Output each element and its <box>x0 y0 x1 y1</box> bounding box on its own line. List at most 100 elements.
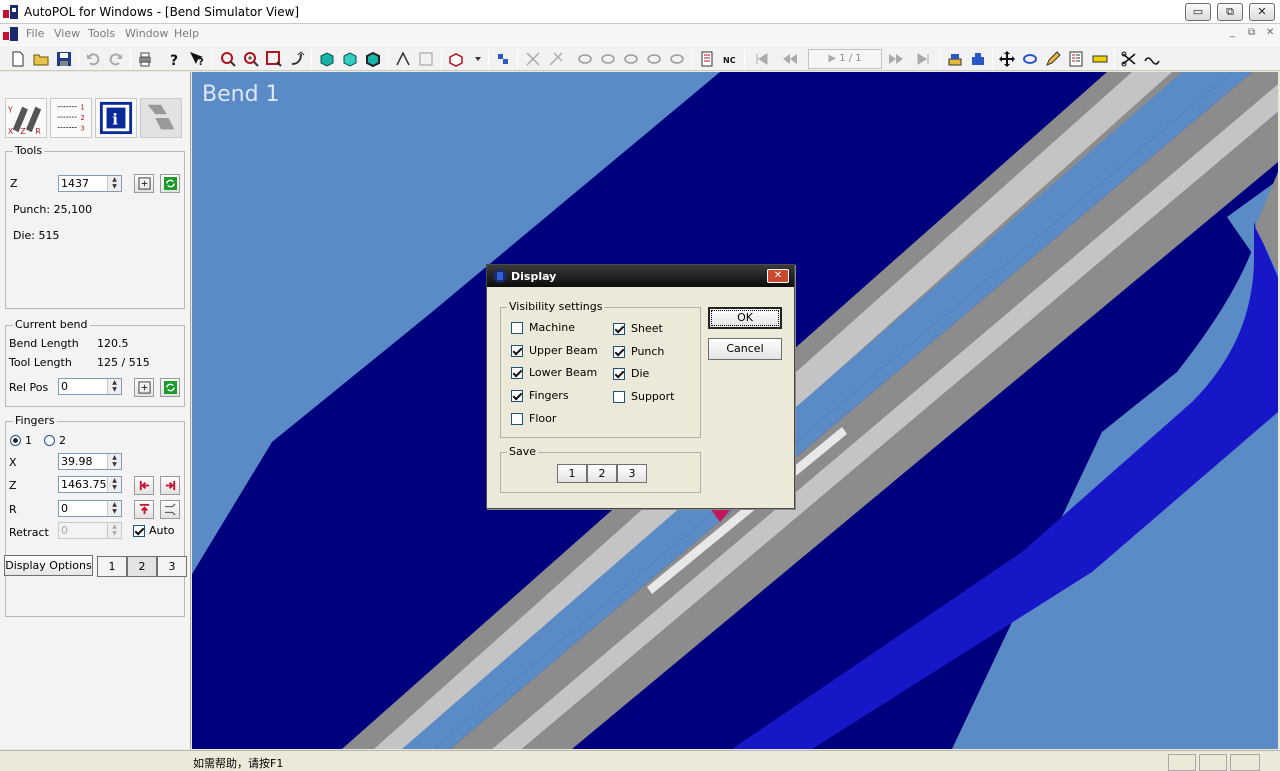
checkbox-machine[interactable]: Machine <box>511 321 575 334</box>
spin-arrows-icon[interactable]: ▲ ▼ <box>107 501 121 516</box>
finger-radio-1[interactable]: 1 <box>10 434 32 447</box>
context-help-icon[interactable]: ? <box>187 49 207 69</box>
rel-pos-pick-button[interactable] <box>134 378 154 397</box>
bend-sequence-tool-icon[interactable]: Y XZ R <box>5 98 47 138</box>
checkbox-sheet[interactable]: Sheet <box>613 322 663 335</box>
finger-move-left-button[interactable] <box>134 476 154 495</box>
bend-seq-5-icon[interactable] <box>667 49 687 69</box>
checkbox-support[interactable]: Support <box>613 390 674 403</box>
mdi-minimize-icon[interactable]: _ <box>1230 27 1235 38</box>
redo-icon[interactable] <box>106 49 126 69</box>
print-icon[interactable] <box>135 49 155 69</box>
cancel-button[interactable]: Cancel <box>708 338 782 360</box>
undo-icon[interactable] <box>83 49 103 69</box>
machine-view-icon[interactable] <box>140 98 182 138</box>
zoom-window-icon[interactable] <box>218 49 238 69</box>
retract-input[interactable]: 0 ▲ ▼ <box>58 522 122 539</box>
scissors-icon[interactable] <box>1119 49 1139 69</box>
finger-z-input[interactable]: 1463.75 ▲ ▼ <box>58 476 122 493</box>
measure-angle-icon[interactable] <box>393 49 413 69</box>
new-file-icon[interactable] <box>8 49 28 69</box>
ruler-icon[interactable] <box>1090 49 1110 69</box>
bend-seq-3-icon[interactable] <box>621 49 641 69</box>
tools-refresh-button[interactable] <box>160 174 180 193</box>
spin-arrows-icon[interactable]: ▲ ▼ <box>107 454 121 469</box>
save-slot-1-button[interactable]: 1 <box>557 464 587 483</box>
menu-view[interactable]: View <box>54 27 80 40</box>
finger-x-input[interactable]: 39.98 ▲ ▼ <box>58 453 122 470</box>
finger-toggle-button[interactable] <box>160 500 180 519</box>
menu-tools[interactable]: Tools <box>88 27 115 40</box>
checkbox-floor[interactable]: Floor <box>511 412 556 425</box>
help-icon[interactable]: ? <box>164 49 184 69</box>
tool-split-icon[interactable] <box>546 49 566 69</box>
auto-checkbox[interactable]: Auto <box>133 524 175 537</box>
display-preset-1[interactable]: 1 <box>97 556 127 577</box>
mdi-restore-icon[interactable]: ⧉ <box>1248 27 1255 38</box>
nc-icon[interactable]: NC <box>720 49 740 69</box>
move-icon[interactable] <box>997 49 1017 69</box>
finger-radio-2[interactable]: 2 <box>44 434 66 447</box>
simulator-icon[interactable] <box>493 49 513 69</box>
close-window-button[interactable]: ✕ <box>1249 3 1275 21</box>
zoom-fit-icon[interactable] <box>264 49 284 69</box>
finger-move-up-button[interactable] <box>134 500 154 519</box>
finger-move-right-button[interactable] <box>160 476 180 495</box>
finger-r-input[interactable]: 0 ▲ ▼ <box>58 500 122 517</box>
dialog-title-bar[interactable]: Display ✕ <box>487 265 794 287</box>
bend-seq-4-icon[interactable] <box>644 49 664 69</box>
display-preset-2[interactable]: 2 <box>127 556 157 577</box>
play-icon[interactable]: ▶ <box>828 53 839 64</box>
zoom-in-icon[interactable] <box>241 49 261 69</box>
display-options-button[interactable]: Display Options <box>4 555 93 576</box>
mdi-close-icon[interactable]: ✕ <box>1266 27 1274 38</box>
menu-window[interactable]: Window <box>125 27 168 40</box>
pan-icon[interactable] <box>287 49 307 69</box>
checkbox-die[interactable]: Die <box>613 367 649 380</box>
view-top-icon[interactable] <box>363 49 383 69</box>
minimize-button[interactable]: ▭ <box>1185 3 1211 21</box>
spin-arrows-icon[interactable]: ▲ ▼ <box>107 523 121 538</box>
checkbox-lower-beam[interactable]: Lower Beam <box>511 366 597 379</box>
tools-z-input[interactable]: 1437 ▲ ▼ <box>58 175 122 192</box>
save-slot-2-button[interactable]: 2 <box>587 464 617 483</box>
prev-step-icon[interactable] <box>780 49 800 69</box>
tools-pick-button[interactable] <box>134 174 154 193</box>
rel-pos-input[interactable]: 0 ▲ ▼ <box>58 378 122 395</box>
last-step-icon[interactable] <box>913 49 933 69</box>
open-folder-icon[interactable] <box>31 49 51 69</box>
display-3d-icon[interactable] <box>446 49 466 69</box>
machine-icon[interactable] <box>945 49 965 69</box>
edit-pencil-icon[interactable] <box>1043 49 1063 69</box>
spin-arrows-icon[interactable]: ▲ ▼ <box>107 477 121 492</box>
spin-arrows-icon[interactable]: ▲ ▼ <box>107 176 121 191</box>
tool-cut-icon[interactable] <box>523 49 543 69</box>
wave-icon[interactable] <box>1142 49 1162 69</box>
rotate-icon[interactable] <box>1020 49 1040 69</box>
restore-button[interactable]: ⧉ <box>1217 3 1243 21</box>
menu-file[interactable]: File <box>26 27 44 40</box>
ok-button[interactable]: OK <box>708 307 782 329</box>
checkbox-fingers[interactable]: Fingers <box>511 389 569 402</box>
save-icon[interactable] <box>54 49 74 69</box>
checkbox-punch[interactable]: Punch <box>613 345 664 358</box>
bend-seq-2-icon[interactable] <box>598 49 618 69</box>
bend-seq-1-icon[interactable] <box>575 49 595 69</box>
save-slot-3-button[interactable]: 3 <box>617 464 647 483</box>
sequence-list-icon[interactable]: 1 2 3 <box>50 98 92 138</box>
view-iso-icon[interactable] <box>317 49 337 69</box>
display-preset-3[interactable]: 3 <box>157 556 187 577</box>
view-front-icon[interactable] <box>340 49 360 69</box>
first-step-icon[interactable] <box>752 49 772 69</box>
checkbox-upper-beam[interactable]: Upper Beam <box>511 344 598 357</box>
document-icon[interactable] <box>3 26 19 42</box>
section-icon[interactable] <box>416 49 436 69</box>
next-step-icon[interactable] <box>886 49 906 69</box>
spin-arrows-icon[interactable]: ▲ ▼ <box>107 379 121 394</box>
menu-help[interactable]: Help <box>174 27 199 40</box>
tooling-icon[interactable] <box>968 49 988 69</box>
dropdown-arrow-icon[interactable] <box>468 49 488 69</box>
report-icon[interactable] <box>697 49 717 69</box>
info-icon[interactable]: i <box>95 98 137 138</box>
dialog-close-button[interactable]: ✕ <box>767 269 789 283</box>
